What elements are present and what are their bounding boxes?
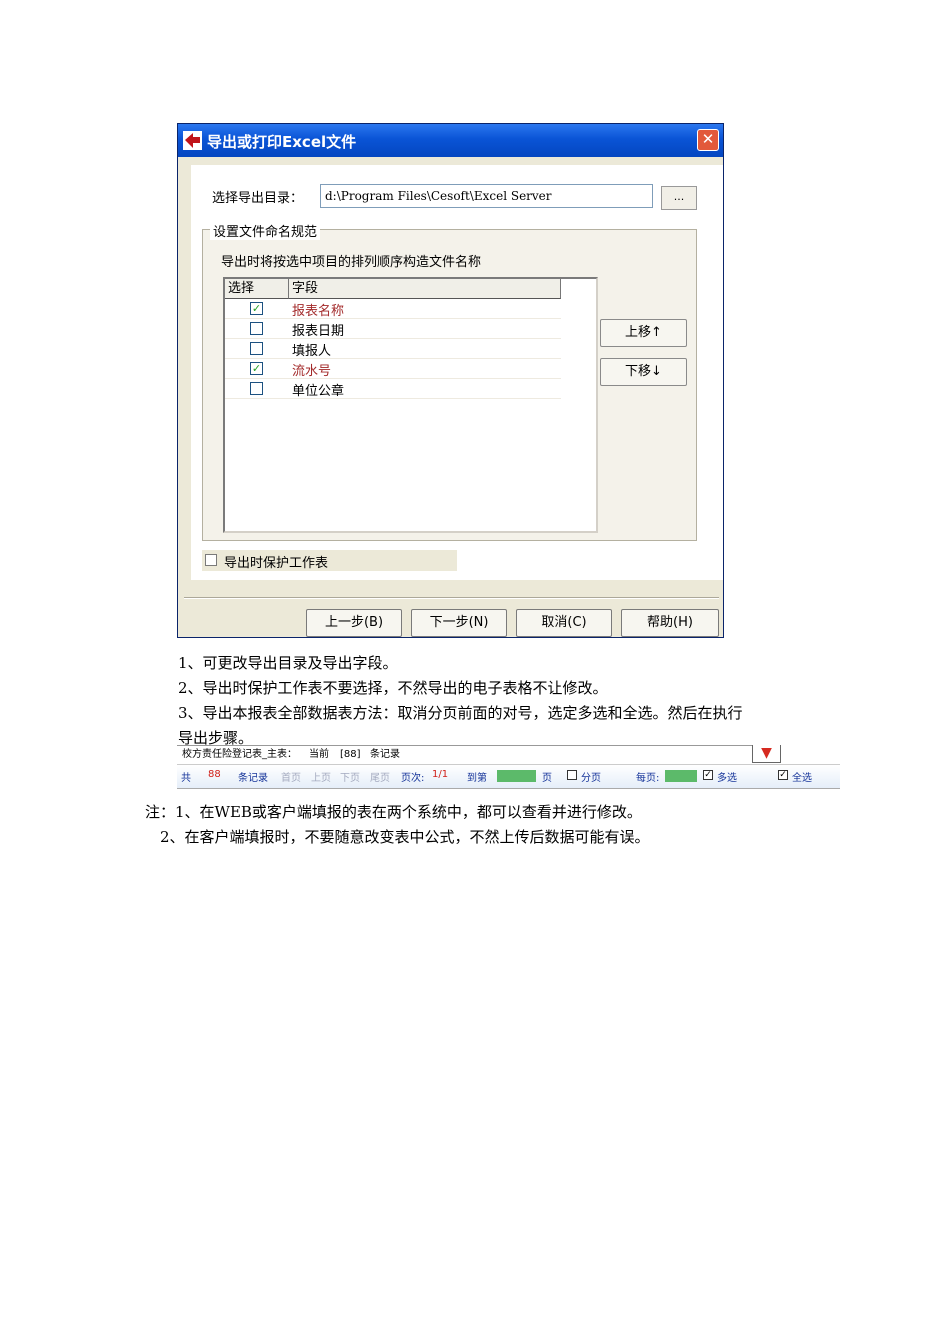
field-checkbox[interactable]	[250, 322, 263, 335]
dialog-title: 导出或打印Excel文件	[207, 133, 357, 151]
next-page-link[interactable]: 下页	[340, 769, 360, 784]
instruction-line: 3、导出本报表全部数据表方法：取消分页前面的对号，选定多选和全选。然后在执行	[178, 704, 743, 722]
table-title: 校方责任险登记表_主表：	[182, 749, 297, 760]
next-step-button[interactable]: 下一步(N)	[411, 609, 507, 637]
page-unit-label: 页	[542, 773, 552, 784]
help-button[interactable]: 帮助(H)	[621, 609, 719, 637]
protect-sheet-option[interactable]: 导出时保护工作表	[202, 550, 457, 571]
field-checkbox[interactable]: ✓	[250, 362, 263, 375]
app-icon	[183, 131, 202, 150]
protect-sheet-checkbox[interactable]	[205, 554, 217, 566]
total-label: 共	[181, 773, 191, 784]
close-icon: ✕	[701, 130, 715, 148]
export-dialog: 导出或打印Excel文件 ✕ 选择导出目录： d:\Program Files\…	[177, 123, 724, 638]
field-list[interactable]: 选择 字段 ✓ 报表名称 报表日期 填报人 ✓ 流水号 单位公章	[223, 277, 598, 533]
export-dir-label: 选择导出目录：	[212, 191, 304, 206]
per-page-label: 每页:	[636, 773, 660, 784]
cancel-button[interactable]: 取消(C)	[516, 609, 612, 637]
field-checkbox[interactable]	[250, 342, 263, 355]
multi-select-label: 多选	[717, 773, 737, 784]
field-checkbox[interactable]: ✓	[250, 302, 263, 315]
field-row[interactable]: 单位公章	[225, 379, 561, 399]
select-all-checkbox[interactable]: ✓	[778, 770, 788, 780]
note-line: 2、在客户端填报时，不要随意改变表中公式，不然上传后数据可能有误。	[160, 828, 650, 846]
page-value: 1/1	[432, 769, 449, 780]
field-label: 流水号	[292, 364, 332, 379]
field-row[interactable]: 报表日期	[225, 319, 561, 339]
field-row[interactable]: ✓ 流水号	[225, 359, 561, 379]
column-header-select[interactable]: 选择	[225, 279, 289, 299]
protect-sheet-label: 导出时保护工作表	[224, 556, 329, 571]
per-page-input[interactable]	[665, 770, 697, 782]
field-label: 填报人	[292, 344, 332, 359]
page-label: 页次:	[401, 773, 425, 784]
field-label: 单位公章	[292, 384, 345, 399]
last-page-link[interactable]: 尾页	[370, 769, 390, 784]
field-row[interactable]: 填报人	[225, 339, 561, 359]
records-label: 条记录	[370, 749, 400, 760]
move-up-button[interactable]: 上移↑	[600, 319, 687, 347]
multi-select-checkbox[interactable]: ✓	[703, 770, 713, 780]
field-label: 报表名称	[292, 304, 345, 319]
current-label: 当前	[309, 749, 329, 760]
toolbar-paging-row: 共 88 条记录 首页 上页 下页 尾页 页次: 1/1 到第 页 分页 每页:…	[177, 764, 840, 789]
field-label: 报表日期	[292, 324, 345, 339]
goto-page-input[interactable]	[497, 770, 536, 782]
goto-label: 到第	[467, 773, 487, 784]
browse-button[interactable]: ...	[661, 186, 697, 210]
move-down-button[interactable]: 下移↓	[600, 358, 687, 386]
prev-page-link[interactable]: 上页	[311, 769, 331, 784]
dialog-titlebar[interactable]: 导出或打印Excel文件 ✕	[178, 124, 723, 157]
download-arrow-icon[interactable]: ▼	[752, 745, 781, 763]
paging-checkbox[interactable]	[567, 770, 577, 780]
current-value: [88]	[340, 749, 361, 760]
select-all-label: 全选	[792, 773, 812, 784]
record-toolbar: 校方责任险登记表_主表： 当前 [88] 条记录 ▼ 共 88 条记录 首页 上…	[177, 745, 840, 789]
first-page-link[interactable]: 首页	[281, 769, 301, 784]
footer-divider	[184, 597, 719, 599]
dialog-content: 选择导出目录： d:\Program Files\Cesoft\Excel Se…	[191, 165, 723, 580]
prev-step-button[interactable]: 上一步(B)	[306, 609, 402, 637]
note-line: 注：1、在WEB或客户端填报的表在两个系统中，都可以查看并进行修改。	[145, 803, 642, 821]
naming-hint: 导出时将按选中项目的排列顺序构造文件名称	[221, 255, 482, 270]
naming-rules-legend: 设置文件命名规范	[210, 221, 321, 240]
field-row[interactable]: ✓ 报表名称	[225, 299, 561, 319]
total-value: 88	[208, 769, 221, 780]
paging-label: 分页	[581, 773, 601, 784]
instruction-line: 1、可更改导出目录及导出字段。	[178, 654, 398, 672]
export-dir-input[interactable]: d:\Program Files\Cesoft\Excel Server	[320, 184, 653, 208]
instruction-line: 2、导出时保护工作表不要选择，不然导出的电子表格不让修改。	[178, 679, 608, 697]
toolbar-info-row: 校方责任险登记表_主表： 当前 [88] 条记录	[177, 745, 752, 766]
close-button[interactable]: ✕	[697, 129, 719, 151]
field-checkbox[interactable]	[250, 382, 263, 395]
records-label: 条记录	[238, 773, 268, 784]
column-header-field[interactable]: 字段	[289, 279, 561, 299]
